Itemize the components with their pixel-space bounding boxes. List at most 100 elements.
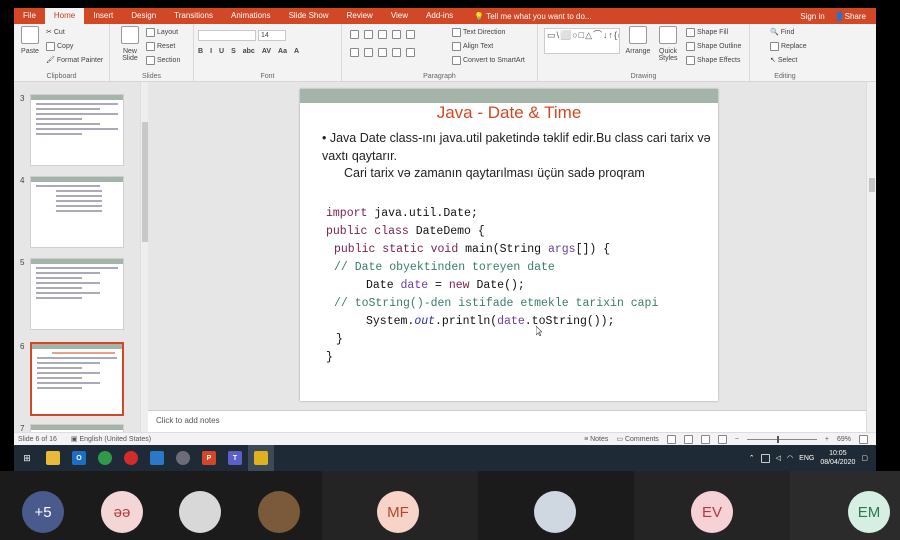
participant-tile[interactable]: MF <box>322 471 478 540</box>
taskbar-opera[interactable] <box>118 445 144 471</box>
font-color-button[interactable]: A <box>294 48 299 55</box>
bold-button[interactable]: B <box>198 48 203 55</box>
underline-button[interactable]: U <box>219 48 224 55</box>
font-name-input[interactable] <box>198 30 256 41</box>
strikethrough-button[interactable]: S <box>231 48 236 55</box>
find-button[interactable]: 🔍 Find <box>770 28 794 37</box>
sign-in-link[interactable]: Sign in <box>800 12 824 21</box>
align-text-button[interactable]: Align Text <box>452 42 493 51</box>
align-left-icon[interactable] <box>350 48 359 57</box>
participant-photo-avatar[interactable] <box>179 491 221 533</box>
overflow-participants-avatar[interactable]: +5 <box>22 491 64 533</box>
change-case-button[interactable]: Aa <box>278 48 287 55</box>
start-button[interactable]: ⊞ <box>14 445 40 471</box>
convert-smartart-button[interactable]: Convert to SmartArt <box>452 56 525 65</box>
participant-avatar[interactable]: əə <box>101 491 143 533</box>
thumbnail-scrollbar[interactable] <box>140 82 148 432</box>
shapes-gallery[interactable]: ▭\⬜○□△⌒↓↑{(☆ <box>544 28 620 54</box>
taskbar-vscode[interactable] <box>144 445 170 471</box>
taskbar-powerpoint[interactable]: P <box>196 445 222 471</box>
language-indicator-tray[interactable]: ENG <box>799 455 814 462</box>
participant-tile[interactable]: EV <box>634 471 790 540</box>
bullets-icon[interactable] <box>350 30 359 39</box>
shape-effects-button[interactable]: Shape Effects <box>686 56 740 65</box>
zoom-slider[interactable] <box>746 435 817 443</box>
decrease-indent-icon[interactable] <box>378 30 387 39</box>
strike-abc-button[interactable]: abc <box>243 48 255 55</box>
justify-icon[interactable] <box>392 48 401 57</box>
slide-subtitle[interactable]: Cari tarix və zamanın qaytarılması üçün … <box>344 166 714 180</box>
tab-design[interactable]: Design <box>122 8 165 24</box>
replace-button[interactable]: Replace <box>770 42 807 51</box>
taskbar-app[interactable] <box>170 445 196 471</box>
tab-review[interactable]: Review <box>338 8 382 24</box>
slide-sorter-icon[interactable] <box>683 434 693 444</box>
notes-toggle[interactable]: ≡ Notes <box>584 436 608 443</box>
zoom-level[interactable]: 69% <box>837 436 851 443</box>
tab-file[interactable]: File <box>14 8 45 24</box>
slide-thumbnail-7[interactable] <box>30 424 124 432</box>
numbering-icon[interactable] <box>364 30 373 39</box>
participant-photo-avatar[interactable] <box>258 491 300 533</box>
clock[interactable]: 10:05 08/04/2020 <box>820 449 855 467</box>
increase-indent-icon[interactable] <box>392 30 401 39</box>
slide-thumbnail-5[interactable] <box>30 258 124 330</box>
current-slide[interactable]: Java - Date & Time • Java Date class-ını… <box>300 89 718 401</box>
tab-add-ins[interactable]: Add-ins <box>417 8 462 24</box>
arrange-button[interactable]: Arrange <box>624 26 652 55</box>
volume-icon[interactable]: ◁ <box>776 454 781 462</box>
network-icon[interactable] <box>760 453 770 463</box>
tab-animations[interactable]: Animations <box>222 8 280 24</box>
taskbar-teams[interactable]: T <box>222 445 248 471</box>
columns-icon[interactable] <box>406 48 415 57</box>
taskbar-active-app[interactable] <box>248 445 274 471</box>
new-slide-button[interactable]: New Slide <box>118 26 142 62</box>
wifi-icon[interactable]: ◠ <box>787 454 793 462</box>
italic-button[interactable]: I <box>210 48 212 55</box>
participant-tile[interactable] <box>478 471 634 540</box>
slide-thumbnail-4[interactable] <box>30 176 124 248</box>
tab-slide-show[interactable]: Slide Show <box>280 8 338 24</box>
select-button[interactable]: ↖ Select <box>770 56 797 65</box>
slide-bullet[interactable]: • Java Date class-ını java.util paketind… <box>322 129 712 165</box>
tab-insert[interactable]: Insert <box>84 8 122 24</box>
slideshow-view-icon[interactable] <box>717 434 727 444</box>
font-size-input[interactable]: 14 <box>258 30 286 41</box>
text-direction-button[interactable]: Text Direction <box>452 28 505 37</box>
tab-view[interactable]: View <box>382 8 417 24</box>
comments-toggle[interactable]: ▭ Comments <box>616 435 658 443</box>
section-button[interactable]: Section <box>146 56 180 65</box>
char-spacing-button[interactable]: AV <box>262 48 271 55</box>
quick-styles-button[interactable]: Quick Styles <box>654 26 682 62</box>
zoom-in-button[interactable]: + <box>825 436 829 443</box>
format-painter-button[interactable]: 🖌 Format Painter <box>46 56 103 65</box>
language-indicator[interactable]: ▣ English (United States) <box>71 435 151 443</box>
shape-outline-button[interactable]: Shape Outline <box>686 42 741 51</box>
paste-button[interactable]: Paste <box>18 26 42 55</box>
copy-button[interactable]: Copy <box>46 42 73 51</box>
reading-view-icon[interactable] <box>700 434 710 444</box>
editing-scrollbar[interactable] <box>866 82 876 432</box>
fit-to-window-icon[interactable] <box>859 434 868 444</box>
notes-pane[interactable]: Click to add notes <box>148 410 866 432</box>
cut-button[interactable]: ✂ Cut <box>46 28 65 37</box>
tell-me-search[interactable]: 💡 Tell me what you want to do... <box>462 12 591 21</box>
reset-button[interactable]: Reset <box>146 42 175 51</box>
shape-fill-button[interactable]: Shape Fill <box>686 28 728 37</box>
tab-home[interactable]: Home <box>44 8 85 24</box>
slide-thumbnail-6-selected[interactable] <box>30 342 124 416</box>
normal-view-icon[interactable] <box>666 434 676 444</box>
notification-icon[interactable]: ▢ <box>861 454 868 462</box>
tab-transitions[interactable]: Transitions <box>165 8 222 24</box>
slide-title[interactable]: Java - Date & Time <box>300 103 718 123</box>
taskbar-file-explorer[interactable] <box>40 445 66 471</box>
align-right-icon[interactable] <box>378 48 387 57</box>
chevron-up-icon[interactable]: ⌃ <box>749 454 755 462</box>
taskbar-chrome[interactable] <box>92 445 118 471</box>
taskbar-outlook[interactable]: O <box>66 445 92 471</box>
share-button[interactable]: 👤Share <box>835 12 866 21</box>
zoom-out-button[interactable]: − <box>735 436 739 443</box>
align-center-icon[interactable] <box>364 48 373 57</box>
slide-thumbnail-3[interactable] <box>30 94 124 166</box>
layout-button[interactable]: Layout <box>146 28 178 37</box>
